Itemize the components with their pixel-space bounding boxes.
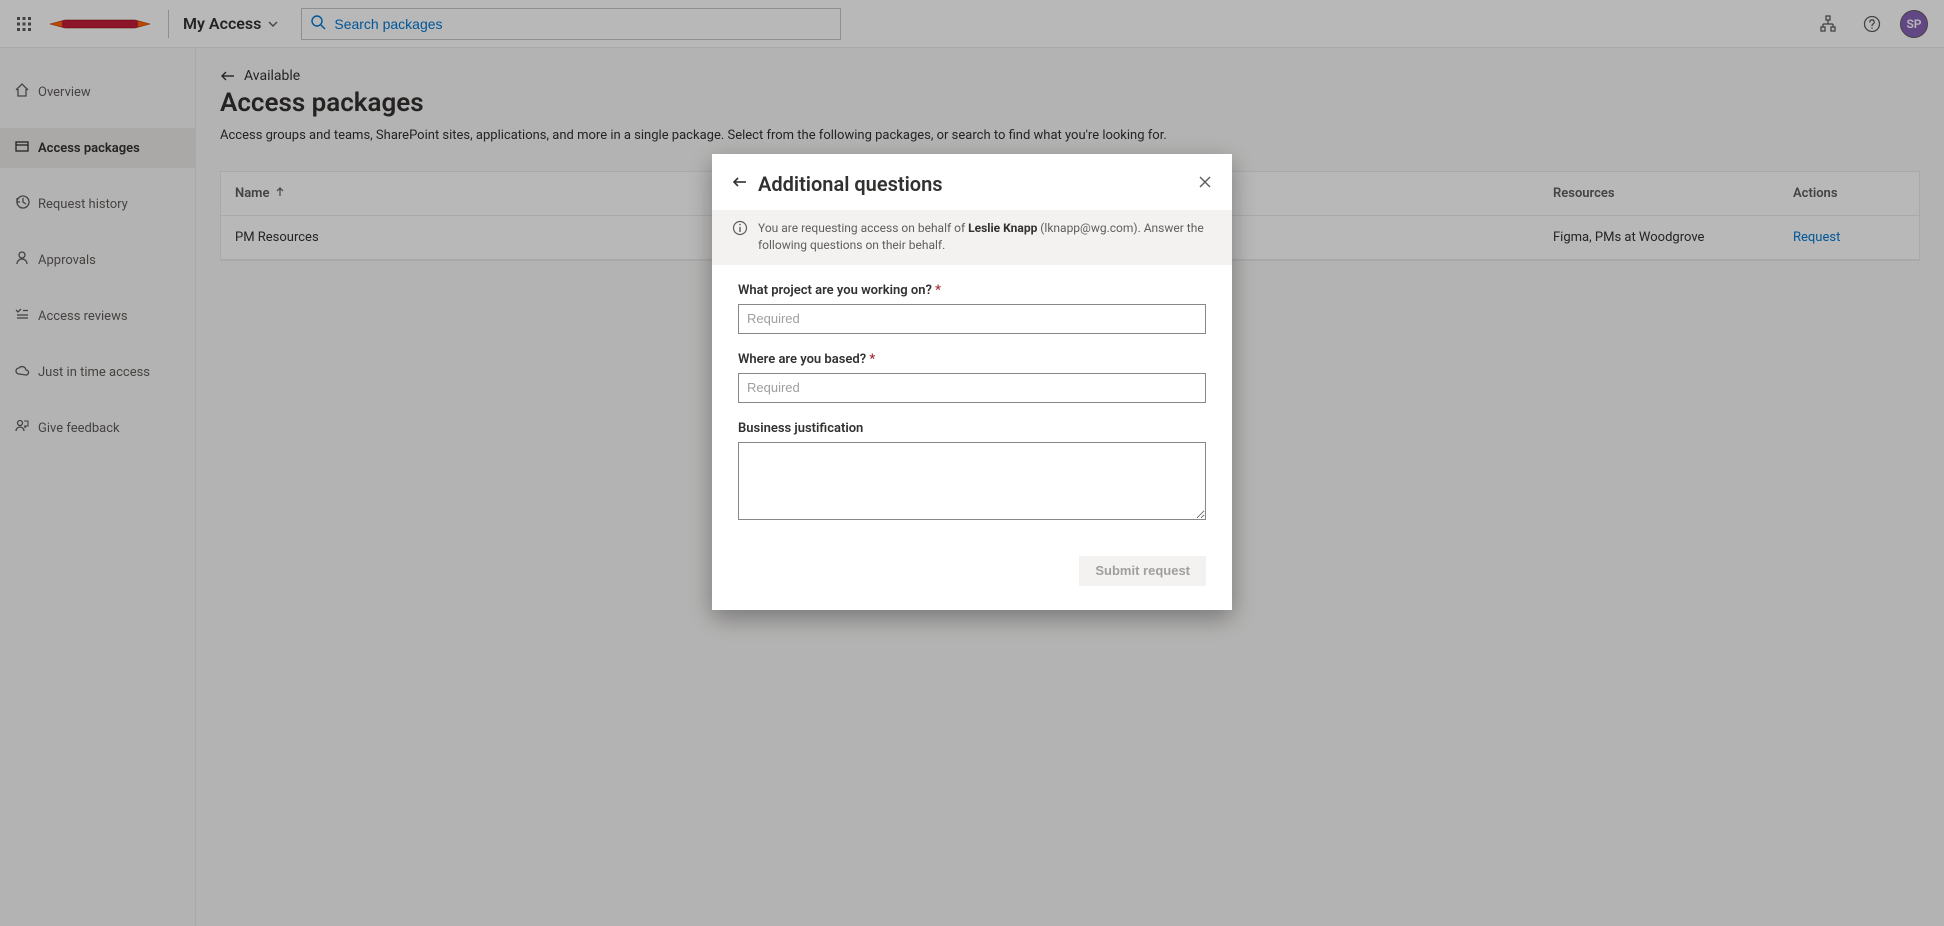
dialog-footer: Submit request [712, 548, 1232, 610]
project-input[interactable] [738, 304, 1206, 334]
arrow-left-icon [732, 174, 748, 190]
field-location: Where are you based? * [738, 352, 1206, 403]
dialog-header: Additional questions [712, 154, 1232, 210]
required-indicator: * [935, 283, 941, 298]
location-label: Where are you based? * [738, 352, 1206, 367]
required-indicator: * [869, 352, 875, 367]
field-project: What project are you working on? * [738, 283, 1206, 334]
submit-request-button[interactable]: Submit request [1079, 556, 1206, 586]
dialog-body: What project are you working on? * Where… [712, 265, 1232, 548]
banner-text: You are requesting access on behalf of L… [758, 220, 1212, 255]
justification-textarea[interactable] [738, 442, 1206, 520]
dialog-info-banner: You are requesting access on behalf of L… [712, 210, 1232, 265]
dialog-back-button[interactable] [732, 174, 748, 194]
additional-questions-dialog: Additional questions You are requesting … [712, 154, 1232, 610]
dialog-close-button[interactable] [1198, 175, 1212, 193]
close-icon [1198, 175, 1212, 189]
field-justification: Business justification [738, 421, 1206, 524]
project-label: What project are you working on? * [738, 283, 1206, 298]
location-input[interactable] [738, 373, 1206, 403]
info-icon [732, 220, 748, 255]
justification-label: Business justification [738, 421, 1206, 436]
modal-overlay: Additional questions You are requesting … [0, 0, 1944, 926]
dialog-title: Additional questions [758, 172, 943, 196]
